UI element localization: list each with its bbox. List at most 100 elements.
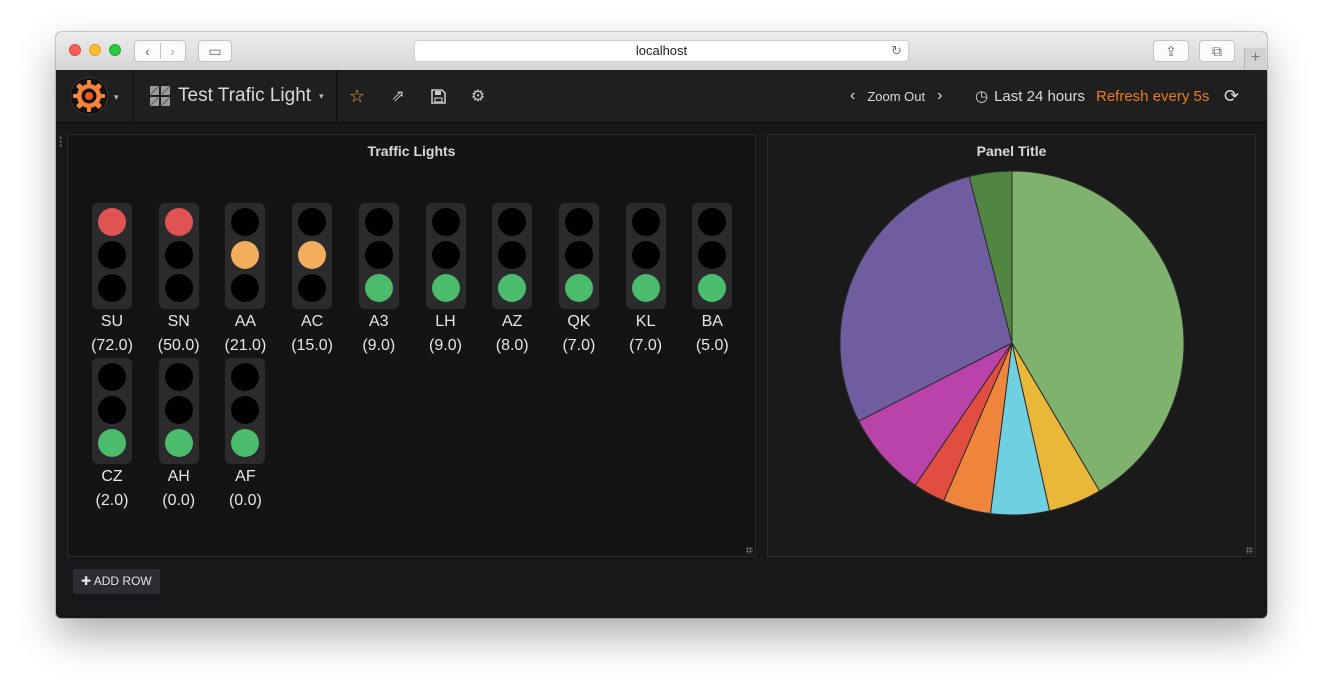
traffic-light-bulb: [631, 241, 660, 269]
traffic-light-bulb: [231, 241, 260, 269]
traffic-light: [225, 203, 266, 309]
refresh-icon[interactable]: ⟳: [1224, 86, 1239, 107]
traffic-light-bulb: [298, 241, 327, 269]
traffic-light-bulb: [631, 208, 660, 236]
history-nav: ‹ ›: [134, 40, 186, 62]
zoom-out-button[interactable]: Zoom Out: [867, 89, 925, 104]
traffic-light-bulb: [298, 274, 327, 302]
tabs-icon: ⧉: [1212, 43, 1222, 59]
traffic-light-bulb: [498, 241, 527, 269]
dashboard-title: Test Trafic Light: [178, 85, 312, 106]
traffic-light-value: (72.0): [91, 337, 133, 354]
traffic-light-bulb: [364, 241, 393, 269]
traffic-light-value: (9.0): [362, 337, 396, 354]
traffic-light-name: AC: [300, 313, 324, 330]
traffic-light-bulb: [698, 274, 727, 302]
share-icon[interactable]: ⇗: [389, 87, 407, 105]
traffic-light-bulb: [98, 396, 126, 424]
traffic-light-name: SN: [167, 313, 190, 330]
traffic-light-bulb: [498, 208, 527, 236]
traffic-light-bulb: [431, 241, 460, 269]
traffic-light: [92, 358, 132, 464]
traffic-light-bulb: [564, 241, 593, 269]
traffic-light-bulb: [564, 274, 593, 302]
grafana-navbar: ▾ Test Trafic Light ▾ ☆ ⇗ ⚙ ‹ Zoom Out ›…: [56, 70, 1267, 123]
traffic-light-name: KL: [635, 313, 656, 330]
traffic-light-bulb: [498, 274, 527, 302]
panel-resize-handle[interactable]: [746, 547, 753, 554]
new-tab-button[interactable]: +: [1244, 48, 1266, 70]
zoom-controls: ‹ Zoom Out ›: [850, 70, 942, 122]
traffic-lights-panel: Traffic Lights SU (72.0) SN (50.0) AA (21.0) A…: [67, 134, 756, 557]
traffic-light-value: (21.0): [224, 337, 267, 354]
show-tabs-button[interactable]: ⧉: [1199, 40, 1235, 62]
share-icon: ⇪: [1165, 43, 1177, 59]
traffic-light-bulb: [98, 208, 126, 236]
traffic-light-bulb: [164, 363, 193, 391]
traffic-light-value: (8.0): [495, 337, 529, 354]
traffic-light: [558, 203, 599, 309]
traffic-light-bulb: [231, 429, 260, 457]
traffic-light: [158, 203, 199, 309]
traffic-light-name: AF: [235, 468, 256, 485]
traffic-light: [92, 203, 132, 309]
traffic-light-bulb: [164, 274, 193, 302]
traffic-light-bulb: [698, 208, 727, 236]
traffic-light-name: CZ: [101, 468, 123, 485]
row-drag-handle[interactable]: • • •: [59, 134, 63, 152]
traffic-light-bulb: [98, 241, 126, 269]
share-button[interactable]: ⇪: [1153, 40, 1189, 62]
time-picker-button[interactable]: ◷ Last 24 hours Refresh every 5s: [975, 70, 1209, 122]
browser-window: ‹ › ▭ localhost ↻ ⇪ ⧉ + ▾ Test Trafic Li…: [56, 32, 1267, 618]
traffic-light-bulb: [231, 208, 260, 236]
traffic-light-bulb: [231, 274, 260, 302]
traffic-light-value: (9.0): [429, 337, 462, 354]
traffic-light-bulb: [564, 208, 593, 236]
minimize-window-button[interactable]: [89, 44, 101, 56]
forward-icon[interactable]: ›: [160, 41, 185, 61]
traffic-light: [225, 358, 266, 464]
traffic-light-bulb: [231, 396, 260, 424]
chevron-right-icon[interactable]: ›: [937, 87, 942, 105]
chevron-left-icon[interactable]: ‹: [850, 87, 855, 105]
gear-icon[interactable]: ⚙: [469, 87, 487, 105]
traffic-light-bulb: [231, 363, 260, 391]
back-icon[interactable]: ‹: [135, 41, 160, 61]
traffic-light-bulb: [164, 241, 193, 269]
traffic-light-bulb: [431, 208, 460, 236]
sidebar-toggle-button[interactable]: ▭: [198, 40, 232, 62]
dashboard-title-dropdown[interactable]: Test Trafic Light ▾: [150, 70, 324, 122]
traffic-light-value: (5.0): [695, 337, 729, 354]
pie-chart: [839, 170, 1185, 516]
chevron-down-icon: ▾: [319, 91, 324, 101]
traffic-light-value: (50.0): [157, 337, 200, 354]
traffic-light: [358, 203, 399, 309]
address-bar[interactable]: localhost ↻: [414, 40, 909, 62]
save-icon[interactable]: [429, 87, 447, 105]
close-window-button[interactable]: [69, 44, 81, 56]
maximize-window-button[interactable]: [109, 44, 121, 56]
traffic-light-bulb: [631, 274, 660, 302]
traffic-light-bulb: [98, 429, 126, 457]
traffic-light-value: (0.0): [228, 492, 262, 509]
browser-toolbar: ‹ › ▭ localhost ↻ ⇪ ⧉ +: [56, 32, 1267, 71]
grafana-logo-button[interactable]: [70, 77, 108, 115]
panel-resize-handle[interactable]: [1246, 547, 1253, 554]
traffic-light: [692, 203, 733, 309]
logo-chevron-down-icon: ▾: [114, 92, 119, 102]
traffic-light-bulb: [98, 363, 126, 391]
traffic-light-bulb: [164, 208, 193, 236]
traffic-light: [158, 358, 199, 464]
add-row-button[interactable]: ✚ ADD ROW: [73, 569, 160, 594]
traffic-light-value: (7.0): [562, 337, 596, 354]
url-text: localhost: [635, 43, 688, 58]
traffic-light: [625, 203, 666, 309]
traffic-light-value: (2.0): [95, 492, 129, 509]
traffic-light-name: AH: [167, 468, 190, 485]
panel-title[interactable]: Traffic Lights: [68, 143, 755, 159]
star-icon[interactable]: ☆: [348, 86, 366, 106]
reload-icon[interactable]: ↻: [891, 41, 902, 61]
clock-icon: ◷: [975, 88, 989, 105]
time-range-label: Last 24 hours: [994, 87, 1085, 105]
traffic-light-name: LH: [435, 313, 456, 330]
